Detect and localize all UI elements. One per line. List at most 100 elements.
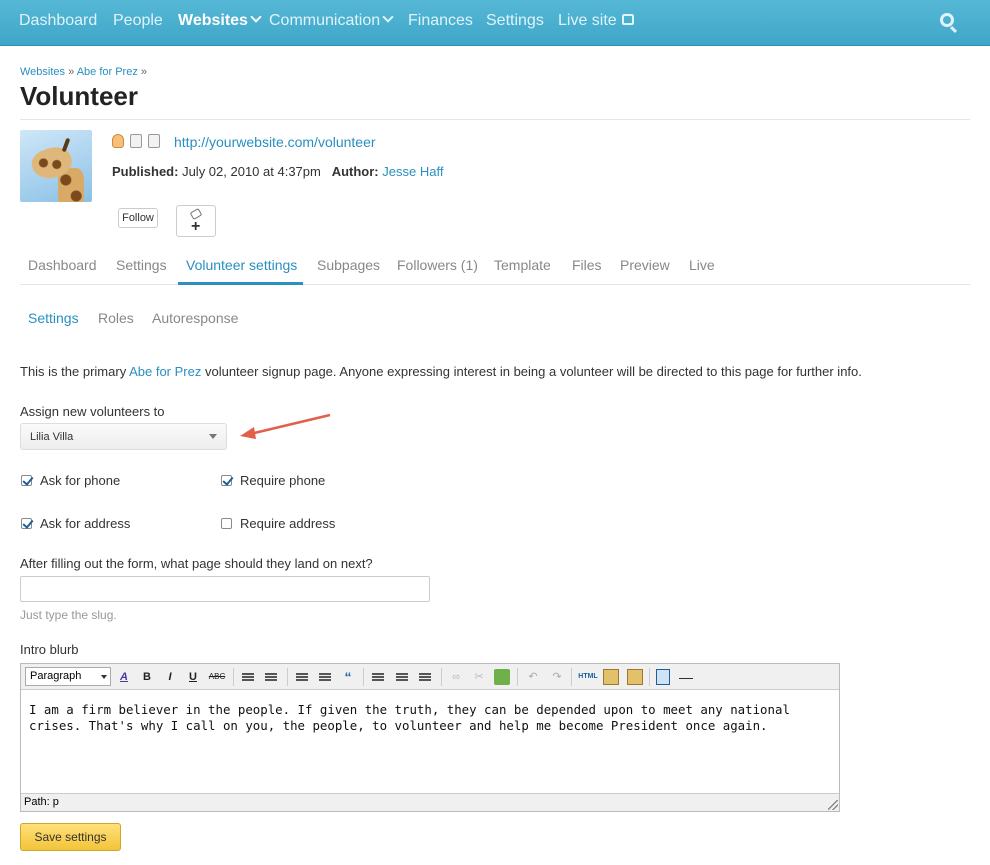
image-icon[interactable] bbox=[494, 669, 510, 685]
tab-live[interactable]: Live bbox=[689, 257, 715, 273]
toolbar-separator bbox=[233, 668, 234, 686]
editor-content[interactable]: I am a firm believer in the people. If g… bbox=[21, 690, 839, 793]
breadcrumb-abe-for-prez[interactable]: Abe for Prez bbox=[77, 66, 138, 78]
breadcrumb-websites[interactable]: Websites bbox=[20, 66, 65, 78]
resize-handle-icon[interactable] bbox=[828, 800, 838, 810]
editor-path: Path: p bbox=[24, 796, 59, 808]
nav-live-site[interactable]: Live site bbox=[558, 12, 634, 30]
nav-websites[interactable]: Websites bbox=[178, 11, 262, 30]
nav-finances[interactable]: Finances bbox=[408, 12, 473, 30]
require-address-label: Require address bbox=[240, 516, 336, 531]
blockquote-button[interactable]: “ bbox=[341, 669, 355, 685]
page-icon bbox=[148, 134, 160, 148]
intro-text-after: volunteer signup page. Anyone expressing… bbox=[201, 364, 862, 379]
save-settings-button[interactable]: Save settings bbox=[20, 823, 121, 851]
require-phone-checkbox[interactable] bbox=[221, 475, 232, 486]
require-phone-label: Require phone bbox=[240, 473, 326, 488]
page-url-link[interactable]: http://yourwebsite.com/volunteer bbox=[174, 134, 376, 150]
tab-subpages[interactable]: Subpages bbox=[317, 257, 380, 273]
mobile-icon bbox=[130, 134, 142, 148]
chevron-down-icon bbox=[250, 11, 262, 23]
external-link-icon bbox=[621, 14, 634, 25]
tab-dashboard[interactable]: Dashboard bbox=[28, 257, 97, 273]
toolbar-separator bbox=[441, 668, 442, 686]
nav-communication[interactable]: Communication bbox=[269, 11, 394, 30]
require-address-checkbox[interactable] bbox=[221, 518, 232, 529]
undo-icon[interactable]: ↶ bbox=[525, 669, 541, 685]
assign-label: Assign new volunteers to bbox=[20, 404, 165, 419]
landing-page-input[interactable] bbox=[20, 576, 430, 602]
nav-websites-label: Websites bbox=[178, 12, 248, 29]
font-color-icon[interactable]: A bbox=[117, 669, 131, 685]
link-icon[interactable]: ∞ bbox=[448, 669, 464, 685]
paste-text-icon[interactable] bbox=[603, 669, 619, 685]
italic-button[interactable]: I bbox=[164, 669, 176, 685]
published-info: Published: July 02, 2010 at 4:37pm Autho… bbox=[112, 164, 443, 179]
search-icon[interactable] bbox=[940, 13, 954, 27]
tab-preview[interactable]: Preview bbox=[620, 257, 670, 273]
subtab-settings[interactable]: Settings bbox=[28, 310, 79, 326]
format-select[interactable]: Paragraph bbox=[25, 667, 111, 686]
plus-icon: + bbox=[191, 218, 201, 235]
fullscreen-icon[interactable] bbox=[656, 669, 670, 685]
tab-volunteer-settings[interactable]: Volunteer settings bbox=[186, 257, 297, 273]
rich-text-editor: Paragraph A B I U ABC “ ∞ ✂ ↶ ↷ HTML — I… bbox=[20, 663, 840, 812]
hand-icon bbox=[112, 134, 124, 148]
breadcrumb-separator: » bbox=[68, 66, 75, 78]
toolbar-separator bbox=[363, 668, 364, 686]
horizontal-rule-button[interactable]: — bbox=[677, 669, 695, 685]
numbered-list-icon[interactable] bbox=[264, 669, 278, 685]
align-left-icon[interactable] bbox=[371, 669, 385, 685]
paste-word-icon[interactable] bbox=[627, 669, 643, 685]
chevron-down-icon bbox=[382, 11, 394, 23]
align-center-icon[interactable] bbox=[395, 669, 409, 685]
ask-phone-checkbox[interactable] bbox=[21, 475, 32, 486]
redo-icon[interactable]: ↷ bbox=[549, 669, 565, 685]
outdent-icon[interactable] bbox=[295, 669, 309, 685]
intro-link[interactable]: Abe for Prez bbox=[129, 364, 201, 379]
strikethrough-button[interactable]: ABC bbox=[207, 669, 227, 685]
add-tag-button[interactable]: + bbox=[176, 205, 216, 237]
editor-statusbar: Path: p bbox=[21, 793, 839, 811]
author-link[interactable]: Jesse Haff bbox=[382, 164, 443, 179]
toolbar-separator bbox=[517, 668, 518, 686]
assign-selected-value: Lilia Villa bbox=[30, 431, 74, 443]
unlink-icon[interactable]: ✂ bbox=[471, 669, 487, 685]
ask-phone-label: Ask for phone bbox=[40, 473, 121, 488]
landing-page-hint: Just type the slug. bbox=[20, 608, 117, 622]
format-value: Paragraph bbox=[30, 670, 82, 682]
avatar bbox=[20, 130, 92, 202]
dropdown-caret-icon bbox=[209, 434, 217, 439]
html-source-button[interactable]: HTML bbox=[576, 669, 600, 685]
annotation-arrow-icon bbox=[240, 413, 331, 439]
intro-text-before: This is the primary bbox=[20, 364, 130, 379]
nav-communication-label: Communication bbox=[269, 12, 381, 29]
tab-followers[interactable]: Followers (1) bbox=[397, 257, 478, 273]
toolbar-separator bbox=[649, 668, 650, 686]
nav-dashboard[interactable]: Dashboard bbox=[19, 12, 97, 30]
tab-template[interactable]: Template bbox=[494, 257, 551, 273]
intro-blurb-label: Intro blurb bbox=[20, 642, 79, 657]
bullet-list-icon[interactable] bbox=[241, 669, 255, 685]
toolbar-separator bbox=[571, 668, 572, 686]
nav-settings[interactable]: Settings bbox=[486, 12, 544, 30]
bold-button[interactable]: B bbox=[141, 669, 153, 685]
landing-page-label: After filling out the form, what page sh… bbox=[20, 556, 373, 571]
breadcrumb-separator: » bbox=[140, 66, 148, 78]
subtab-roles[interactable]: Roles bbox=[98, 310, 134, 326]
author-label: Author: bbox=[331, 164, 379, 179]
align-right-icon[interactable] bbox=[418, 669, 432, 685]
follow-button[interactable]: Follow bbox=[118, 208, 158, 228]
nav-people[interactable]: People bbox=[113, 12, 163, 30]
tab-settings[interactable]: Settings bbox=[116, 257, 167, 273]
assign-volunteers-select[interactable]: Lilia Villa bbox=[20, 423, 227, 450]
subtab-autoresponse[interactable]: Autoresponse bbox=[152, 310, 238, 326]
giraffe-horn bbox=[61, 137, 71, 153]
intro-text: This is the primary Abe for Prez volunte… bbox=[20, 364, 862, 379]
tab-files[interactable]: Files bbox=[572, 257, 602, 273]
page-tabs: Dashboard Settings Volunteer settings Su… bbox=[20, 247, 970, 285]
published-label: Published: bbox=[112, 164, 179, 179]
ask-address-checkbox[interactable] bbox=[21, 518, 32, 529]
indent-icon[interactable] bbox=[318, 669, 332, 685]
underline-button[interactable]: U bbox=[187, 669, 199, 685]
